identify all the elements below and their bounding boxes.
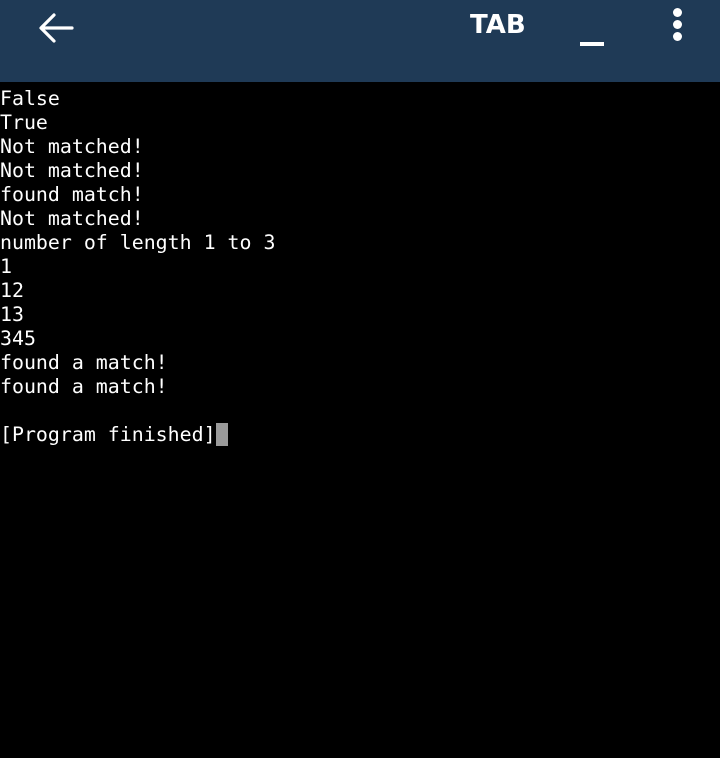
more-options-icon[interactable] — [668, 8, 686, 44]
terminal-line-text: 345 — [0, 327, 36, 350]
toolbar: TAB — [0, 0, 720, 82]
terminal-line: Not matched! — [0, 207, 275, 231]
terminal-line-text: True — [0, 111, 48, 134]
terminal-line-text: Not matched! — [0, 135, 144, 158]
terminal-line-text: [Program finished] — [0, 423, 216, 446]
terminal-line-text: False — [0, 87, 60, 110]
tab-key-button[interactable]: TAB — [470, 10, 526, 40]
minimize-icon[interactable] — [578, 26, 606, 46]
terminal-line: found a match! — [0, 351, 275, 375]
terminal-line-text: Not matched! — [0, 207, 144, 230]
terminal-cursor — [215, 423, 228, 446]
terminal-line: found match! — [0, 183, 275, 207]
terminal-line-text: number of length 1 to 3 — [0, 231, 276, 254]
terminal-line: [Program finished] — [0, 423, 275, 447]
terminal-output[interactable]: False True Not matched! Not matched! found m… — [0, 87, 275, 447]
terminal-line: 12 — [0, 279, 275, 303]
terminal-line-text: 13 — [0, 303, 24, 326]
terminal-line-text: found a match! — [0, 351, 168, 374]
terminal-line: 13 — [0, 303, 275, 327]
terminal-line-text: found match! — [0, 183, 144, 206]
terminal-line: Not matched! — [0, 135, 275, 159]
terminal-line-text: found a match! — [0, 375, 168, 398]
terminal-line: True — [0, 111, 275, 135]
terminal-line: Not matched! — [0, 159, 275, 183]
terminal-line: 1 — [0, 255, 275, 279]
terminal-line-text: 1 — [0, 255, 12, 278]
terminal-line: False — [0, 87, 275, 111]
terminal-line: found a match! — [0, 375, 275, 399]
terminal-line-text: 12 — [0, 279, 24, 302]
terminal-line-text: Not matched! — [0, 159, 144, 182]
back-arrow-icon[interactable] — [36, 10, 76, 46]
terminal-line: 345 — [0, 327, 275, 351]
terminal-line: number of length 1 to 3 — [0, 231, 275, 255]
